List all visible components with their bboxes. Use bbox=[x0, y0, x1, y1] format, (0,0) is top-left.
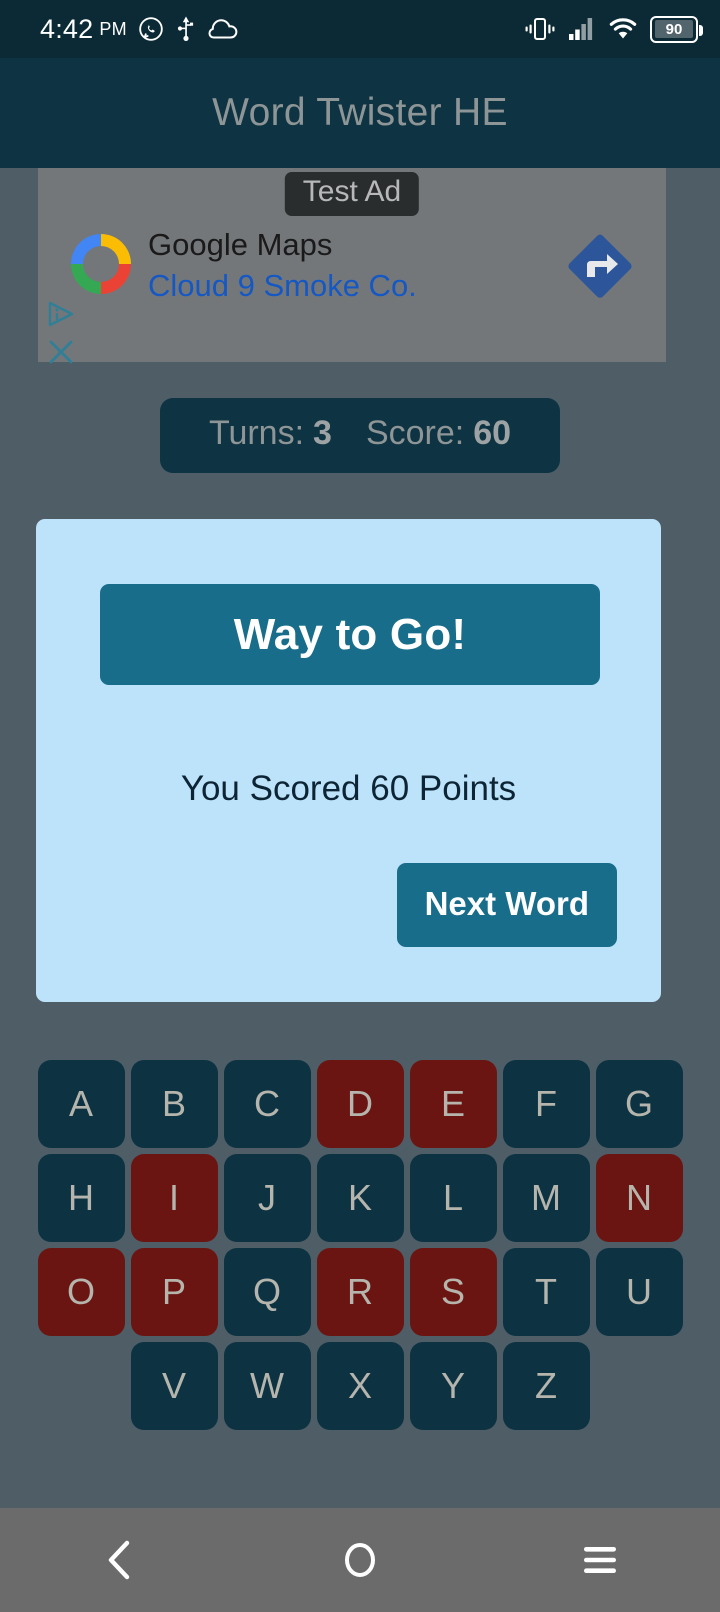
key-b[interactable]: B bbox=[130, 1060, 218, 1148]
battery-level-fill: 90 bbox=[655, 20, 693, 38]
key-v[interactable]: V bbox=[130, 1342, 218, 1430]
whatsapp-icon bbox=[139, 17, 163, 41]
turns-value: 3 bbox=[313, 414, 332, 452]
turns-label: Turns: bbox=[208, 414, 305, 452]
phone-screen: 4:42 PM 90 Word Twister HE Test Ad Googl… bbox=[0, 0, 720, 1612]
keyboard-row: ABCDEFG bbox=[0, 1060, 720, 1148]
key-a[interactable]: A bbox=[37, 1060, 125, 1148]
keyboard-row: OPQRSTU bbox=[0, 1248, 720, 1336]
recents-menu-icon bbox=[584, 1547, 616, 1573]
google-maps-ring-icon bbox=[71, 234, 131, 294]
home-circle-icon bbox=[345, 1543, 375, 1577]
score-label: Score: bbox=[365, 414, 465, 452]
vibrate-icon bbox=[525, 18, 555, 40]
status-bar: 4:42 PM 90 bbox=[0, 0, 720, 58]
status-bar-left: 4:42 PM bbox=[40, 14, 238, 45]
key-z[interactable]: Z bbox=[502, 1342, 590, 1430]
score-bar: Turns: 3 Score: 60 bbox=[160, 398, 560, 473]
key-g[interactable]: G bbox=[595, 1060, 683, 1148]
key-q[interactable]: Q bbox=[223, 1248, 311, 1336]
key-k[interactable]: K bbox=[316, 1154, 404, 1242]
score-value: 60 bbox=[473, 414, 512, 452]
key-o[interactable]: O bbox=[37, 1248, 125, 1336]
key-i[interactable]: I bbox=[130, 1154, 218, 1242]
usb-icon bbox=[177, 16, 194, 41]
nav-back-button[interactable] bbox=[60, 1508, 180, 1612]
result-dialog: Way to Go! You Scored 60 Points Next Wor… bbox=[36, 519, 661, 1002]
key-s[interactable]: S bbox=[409, 1248, 497, 1336]
key-e[interactable]: E bbox=[409, 1060, 497, 1148]
dialog-title: Way to Go! bbox=[233, 609, 467, 659]
key-l[interactable]: L bbox=[409, 1154, 497, 1242]
ad-banner[interactable]: Test Ad Google Maps Cloud 9 Smoke Co. bbox=[38, 168, 666, 364]
ad-test-label: Test Ad bbox=[284, 172, 420, 216]
key-h[interactable]: H bbox=[37, 1154, 125, 1242]
system-nav-bar bbox=[0, 1508, 720, 1612]
close-icon[interactable] bbox=[47, 338, 75, 366]
battery-icon: 90 bbox=[650, 15, 703, 43]
key-x[interactable]: X bbox=[316, 1342, 404, 1430]
key-m[interactable]: M bbox=[502, 1154, 590, 1242]
adchoices-icon[interactable] bbox=[46, 300, 80, 328]
wifi-icon bbox=[609, 18, 637, 39]
keyboard-row: VWXYZ bbox=[0, 1342, 720, 1430]
dialog-title-banner: Way to Go! bbox=[100, 584, 600, 685]
nav-recents-button[interactable] bbox=[540, 1508, 660, 1612]
key-n[interactable]: N bbox=[595, 1154, 683, 1242]
status-bar-right: 90 bbox=[524, 15, 703, 43]
turns-group: Turns: 3 bbox=[209, 414, 332, 453]
ad-text-block: Google Maps Cloud 9 Smoke Co. bbox=[148, 226, 417, 306]
key-c[interactable]: C bbox=[223, 1060, 311, 1148]
key-t[interactable]: T bbox=[502, 1248, 590, 1336]
key-j[interactable]: J bbox=[223, 1154, 311, 1242]
key-y[interactable]: Y bbox=[409, 1342, 497, 1430]
next-word-button[interactable]: Next Word bbox=[396, 863, 617, 947]
key-d[interactable]: D bbox=[316, 1060, 404, 1148]
key-u[interactable]: U bbox=[595, 1248, 683, 1336]
back-chevron-icon bbox=[108, 1540, 130, 1580]
key-p[interactable]: P bbox=[130, 1248, 218, 1336]
key-w[interactable]: W bbox=[223, 1342, 311, 1430]
navigation-arrow-icon[interactable] bbox=[564, 230, 636, 302]
dialog-message: You Scored 60 Points bbox=[180, 769, 517, 808]
ad-advertiser: Cloud 9 Smoke Co. bbox=[148, 267, 417, 303]
nav-home-button[interactable] bbox=[300, 1508, 420, 1612]
battery-percent: 90 bbox=[665, 20, 683, 38]
status-ampm: PM bbox=[99, 18, 127, 39]
cloud-icon bbox=[208, 19, 238, 39]
keyboard-row: HIJKLMN bbox=[0, 1154, 720, 1242]
key-f[interactable]: F bbox=[502, 1060, 590, 1148]
app-title: Word Twister HE bbox=[212, 91, 508, 134]
letter-keyboard: ABCDEFGHIJKLMNOPQRSTUVWXYZ bbox=[0, 1060, 720, 1436]
signal-icon bbox=[569, 18, 593, 40]
ad-headline: Google Maps bbox=[148, 227, 333, 262]
key-r[interactable]: R bbox=[316, 1248, 404, 1336]
app-bar: Word Twister HE bbox=[0, 58, 720, 168]
score-group: Score: 60 bbox=[366, 414, 511, 453]
status-time: 4:42 bbox=[40, 13, 94, 44]
